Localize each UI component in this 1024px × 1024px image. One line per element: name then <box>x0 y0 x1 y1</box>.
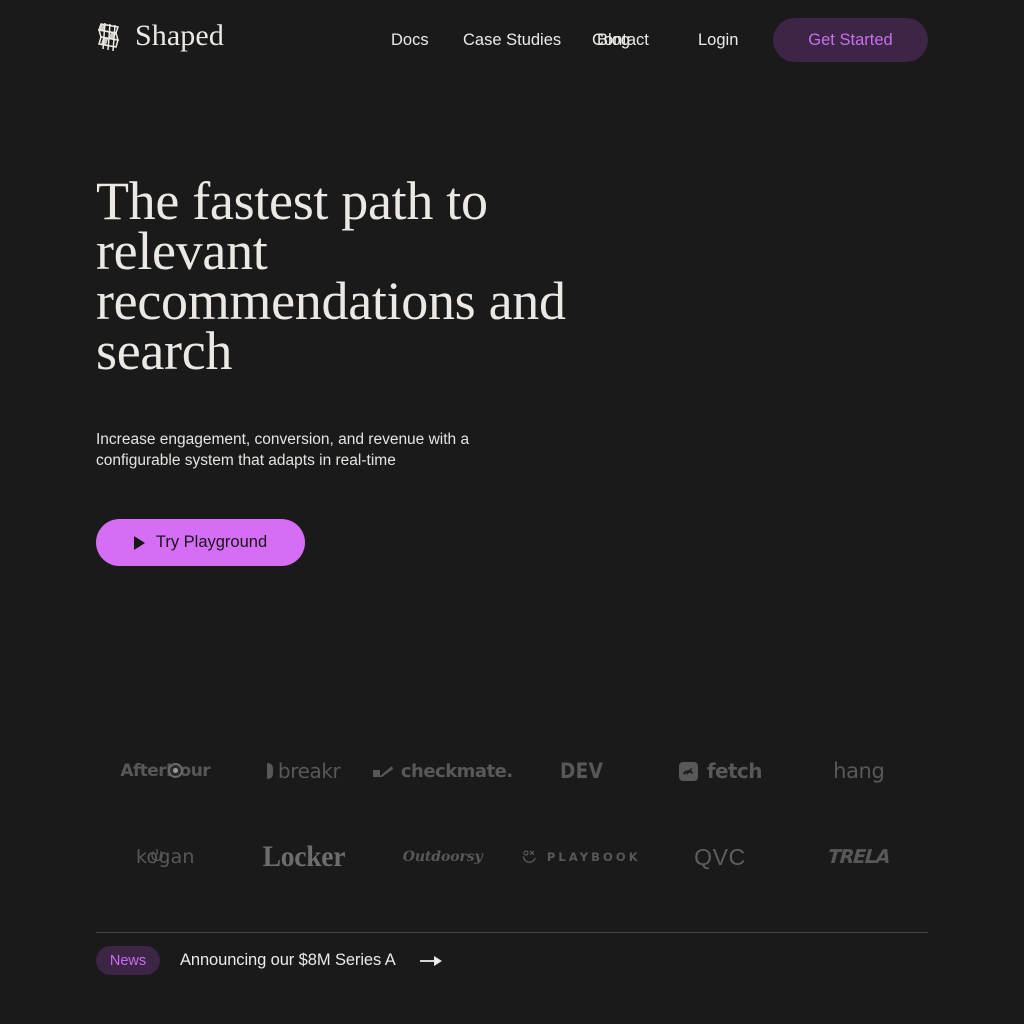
logo-fetch-text: fetch <box>706 759 763 783</box>
fetch-dog-icon <box>678 761 698 781</box>
site-header: Shaped Docs Case Studies Blog Contact Lo… <box>0 0 1024 80</box>
try-playground-button[interactable]: Try Playground <box>96 519 305 566</box>
logo-trela: TRELA <box>789 830 928 884</box>
landing-page: Shaped Docs Case Studies Blog Contact Lo… <box>0 0 1024 1024</box>
breakr-mark-icon <box>266 763 273 779</box>
logo-kogan: kogan <box>96 830 235 884</box>
playbook-smiley-icon <box>522 850 536 863</box>
logo-playbook: PLAYBOOK <box>512 830 651 884</box>
logo-dev-text: DEV <box>560 759 604 783</box>
logo-checkmate-text: checkmate. <box>400 760 513 782</box>
news-announcement-link[interactable]: News Announcing our $8M Series A <box>96 946 442 975</box>
nav-item-contact[interactable]: Contact <box>592 29 649 51</box>
nav-item-login[interactable]: Login <box>698 29 738 51</box>
logo-hang-text: hang <box>833 759 885 783</box>
logo-qvc-text: QVC <box>694 843 746 870</box>
kogan-power-icon <box>151 849 163 861</box>
news-badge: News <box>96 946 160 975</box>
get-started-button[interactable]: Get Started <box>773 18 928 62</box>
logo-outdoorsy: Outdoorsy <box>373 830 512 884</box>
logo-locker-text: Locker <box>262 840 346 873</box>
logo-locker: Locker <box>235 830 374 884</box>
logo-playbook-text: PLAYBOOK <box>546 850 641 864</box>
nav-item-docs[interactable]: Docs <box>391 29 429 51</box>
logo-qvc: QVC <box>651 830 790 884</box>
news-headline: Announcing our $8M Series A <box>180 951 396 969</box>
logo-row-1: AfterHour breakr checkmate. DEV fetch ha… <box>96 742 928 800</box>
hero-headline: The fastest path to relevant recommendat… <box>96 171 566 381</box>
hero-subtitle: Increase engagement, conversion, and rev… <box>96 431 470 469</box>
logo-kogan-text: kogan <box>135 846 195 868</box>
logo-afterhour-text: AfterHour <box>120 761 210 781</box>
checkmate-swoosh-icon <box>372 765 393 777</box>
logo-outdoorsy-text: Outdoorsy <box>402 849 483 865</box>
logo-breakr: breakr <box>234 742 372 800</box>
nav-item-case-studies[interactable]: Case Studies <box>463 29 561 51</box>
arrow-right-icon <box>419 955 442 966</box>
news-divider <box>96 932 928 933</box>
logo-breakr-text: breakr <box>277 759 341 783</box>
customer-logo-wall: AfterHour breakr checkmate. DEV fetch ha… <box>96 742 928 884</box>
logo-checkmate: checkmate. <box>372 742 513 800</box>
play-icon <box>133 535 145 550</box>
logo-trela-text: TRELA <box>827 846 891 868</box>
logo-fetch: fetch <box>651 742 789 800</box>
logo-afterhour: AfterHour <box>96 742 234 800</box>
logo-row-2: kogan Locker Outdoorsy PLAYBOOK QVC TREL… <box>96 830 928 884</box>
try-playground-label: Try Playground <box>155 533 268 551</box>
logo-dev: DEV <box>513 742 651 800</box>
logo-hang: hang <box>790 742 928 800</box>
